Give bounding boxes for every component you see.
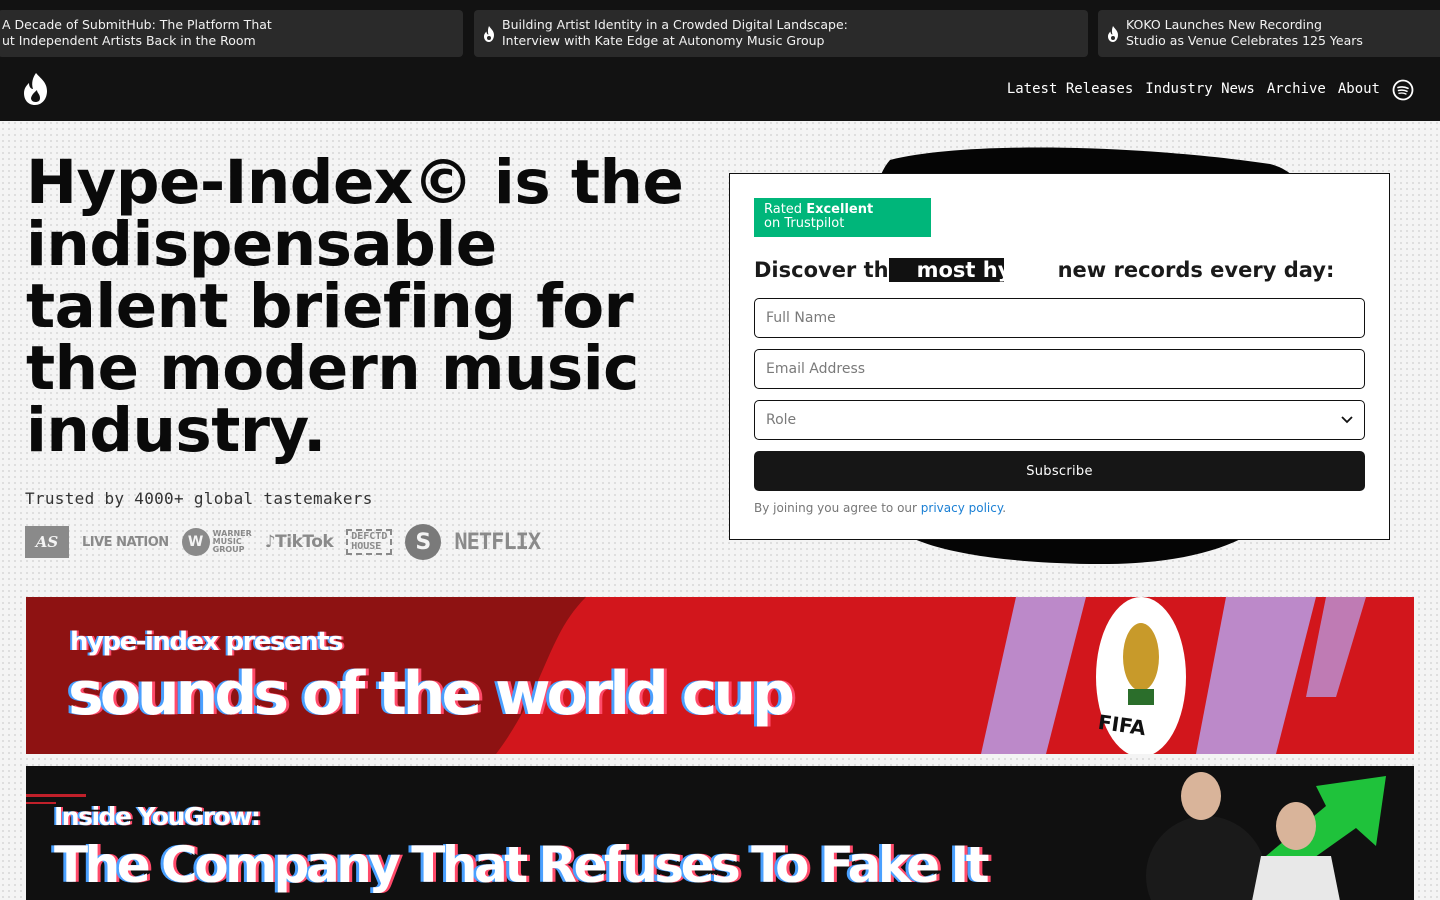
wmg-mark: W: [181, 528, 210, 556]
flame-logo-icon[interactable]: [22, 72, 50, 106]
full-name-input[interactable]: [754, 298, 1365, 338]
news-ticker: A Decade of SubmitHub: The Platform That…: [0, 0, 1440, 64]
terms-suffix: .: [1002, 501, 1007, 515]
role-select-value: Role: [766, 412, 797, 428]
live-nation-logo: LIVE NATION: [82, 534, 169, 550]
trustpilot-rating: Excellent: [806, 202, 874, 217]
discover-highlight: most hy: [888, 258, 1004, 282]
ticker-item-line1: Building Artist Identity in a Crowded Di…: [502, 17, 848, 32]
atlantic-logo: AS: [25, 526, 69, 558]
flame-icon: [484, 26, 494, 42]
ticker-item[interactable]: KOKO Launches New Recording Studio as Ve…: [1098, 10, 1440, 57]
wmg-text-line: GROUP: [212, 545, 245, 554]
defected-line: HOUSE: [351, 541, 382, 552]
trustpilot-suffix: on Trustpilot: [764, 216, 845, 231]
trustpilot-badge[interactable]: Rated Excellent on Trustpilot: [754, 198, 931, 237]
discover-post: new records every day:: [1057, 258, 1335, 282]
tiktok-logo: ♪TikTok: [264, 532, 334, 552]
navbar: Latest Releases Industry News Archive Ab…: [0, 64, 1440, 121]
ticker-item-line1: KOKO Launches New Recording: [1126, 17, 1322, 32]
banner-title: sounds of the world cup: [68, 659, 795, 729]
discover-pre: Discover th: [754, 258, 889, 282]
chevron-down-icon: [1341, 416, 1353, 424]
signup-form: Rated Excellent on Trustpilot Discover t…: [729, 173, 1390, 540]
main-nav: Latest Releases Industry News Archive Ab…: [1007, 81, 1380, 97]
nav-latest-releases[interactable]: Latest Releases: [1007, 81, 1133, 97]
ticker-item-line2: Studio as Venue Celebrates 125 Years: [1126, 33, 1363, 48]
discover-heading: Discover th most hy new records every day:: [754, 258, 1334, 282]
trustpilot-prefix: Rated: [764, 202, 807, 217]
privacy-policy-link[interactable]: privacy policy: [921, 501, 1002, 515]
banner-kicker: Inside YouGrow:: [54, 802, 261, 831]
spotify-icon[interactable]: [1392, 79, 1414, 101]
ticker-item-line2: Interview with Kate Edge at Autonomy Mus…: [502, 33, 825, 48]
banner-kicker: hype-index presents: [70, 627, 344, 657]
tiktok-logo-text: TikTok: [275, 532, 334, 552]
trusted-by-text: Trusted by 4000+ global tastemakers: [25, 489, 373, 508]
netflix-logo: NETFLIX: [454, 529, 541, 555]
ticker-item-line1: A Decade of SubmitHub: The Platform That: [2, 17, 272, 32]
email-input[interactable]: [754, 349, 1365, 389]
world-cup-banner[interactable]: hype-index presents sounds of the world …: [26, 597, 1414, 754]
subscribe-button[interactable]: Subscribe: [754, 451, 1365, 491]
warner-music-logo: W WARNER MUSIC GROUP: [181, 528, 252, 556]
role-select[interactable]: Role: [754, 400, 1365, 440]
ticker-item-line2: ut Independent Artists Back in the Room: [2, 33, 256, 48]
hero-headline: Hype-Index© is the indispensable talent …: [26, 147, 684, 466]
defected-logo: DEFCTD HOUSE: [346, 529, 393, 555]
nav-industry-news[interactable]: Industry News: [1145, 81, 1255, 97]
banner-title: The Company That Refuses To Fake It: [54, 836, 990, 894]
privacy-terms: By joining you agree to our privacy poli…: [754, 501, 1006, 515]
ticker-item[interactable]: Building Artist Identity in a Crowded Di…: [474, 10, 1088, 57]
yougrow-banner[interactable]: Inside YouGrow: The Company That Refuses…: [26, 766, 1414, 900]
spinnin-logo: S: [405, 524, 442, 560]
ticker-item[interactable]: A Decade of SubmitHub: The Platform That…: [0, 10, 463, 57]
client-logos: AS LIVE NATION W WARNER MUSIC GROUP ♪Tik…: [25, 524, 541, 560]
terms-prefix: By joining you agree to our: [754, 501, 921, 515]
nav-archive[interactable]: Archive: [1267, 81, 1326, 97]
flame-icon: [1108, 26, 1118, 42]
nav-about[interactable]: About: [1338, 81, 1380, 97]
